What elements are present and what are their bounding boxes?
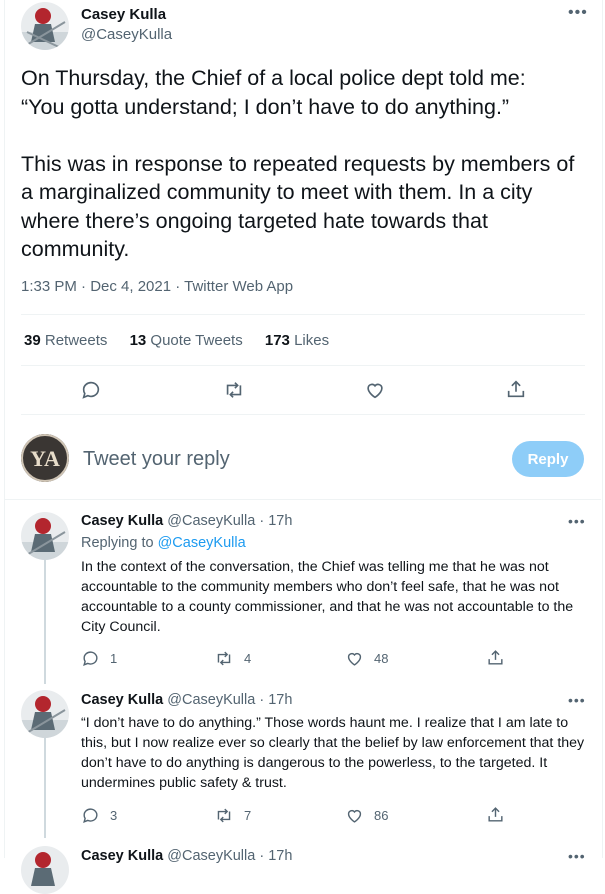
reply-text: In the context of the conversation, the … xyxy=(81,559,574,635)
reply-header: Casey Kulla @CaseyKulla · 17h xyxy=(81,848,292,864)
reply-author-handle[interactable]: @CaseyKulla · 17h xyxy=(167,848,292,864)
like-icon[interactable] xyxy=(345,806,364,825)
more-icon[interactable]: ••• xyxy=(568,849,586,863)
author-handle-text[interactable]: @CaseyKulla xyxy=(81,26,172,43)
quote-tweets-label: Quote Tweets xyxy=(150,332,243,349)
tweet-timestamp[interactable]: 1:33 PM · Dec 4, 2021 · Twitter Web App xyxy=(21,278,293,295)
divider xyxy=(4,499,601,500)
reply-icon[interactable] xyxy=(81,649,100,668)
reply-count: 1 xyxy=(110,651,118,666)
author-name[interactable]: Casey Kulla xyxy=(81,6,166,24)
likes-stat[interactable]: 173 Likes xyxy=(265,332,329,349)
share-action[interactable] xyxy=(486,805,515,824)
reply-author-handle[interactable]: @CaseyKulla · 17h xyxy=(167,513,292,529)
user-avatar-monogram: YA xyxy=(30,446,60,471)
reply-header: Casey Kulla @CaseyKulla · 17h xyxy=(81,692,292,708)
author-name-text[interactable]: Casey Kulla xyxy=(81,6,166,23)
reply-avatar[interactable] xyxy=(21,846,69,894)
thread-line xyxy=(44,558,46,684)
quote-tweets-stat[interactable]: 13 Quote Tweets xyxy=(130,332,243,349)
reply-button[interactable]: Reply xyxy=(512,441,584,477)
like-icon[interactable] xyxy=(364,379,386,401)
more-icon[interactable]: ••• xyxy=(568,5,588,21)
retweet-icon[interactable] xyxy=(222,379,246,401)
like-action[interactable]: 48 xyxy=(345,649,388,668)
author-handle[interactable]: @CaseyKulla xyxy=(81,26,172,44)
retweet-action[interactable]: 4 xyxy=(214,649,251,668)
reply-input[interactable]: Tweet your reply xyxy=(83,448,230,471)
reply-avatar[interactable] xyxy=(21,690,69,738)
reply-action[interactable]: 3 xyxy=(81,806,117,825)
divider xyxy=(21,365,585,366)
user-avatar[interactable]: YA xyxy=(21,434,69,482)
tweet-text: On Thursday, the Chief of a local police… xyxy=(21,66,575,261)
like-action[interactable]: 86 xyxy=(345,806,388,825)
thread-line xyxy=(44,737,46,838)
reply-author-name[interactable]: Casey Kulla xyxy=(81,692,163,708)
likes-label: Likes xyxy=(294,332,330,349)
reply-header: Casey Kulla @CaseyKulla · 17h xyxy=(81,513,292,529)
reply-author-name[interactable]: Casey Kulla xyxy=(81,848,163,864)
more-icon[interactable]: ••• xyxy=(568,514,586,528)
author-avatar[interactable] xyxy=(21,2,69,50)
divider xyxy=(21,414,585,415)
likes-count: 173 xyxy=(264,332,290,349)
share-icon[interactable] xyxy=(486,805,505,824)
reply-avatar[interactable] xyxy=(21,512,69,560)
retweets-count: 39 xyxy=(24,332,41,349)
retweets-stat[interactable]: 39 Retweets xyxy=(24,332,107,349)
retweet-icon[interactable] xyxy=(214,806,234,825)
share-icon[interactable] xyxy=(505,378,527,400)
replying-to-handle[interactable]: @CaseyKulla xyxy=(158,535,246,551)
retweet-count: 4 xyxy=(244,651,252,666)
tweet-stats: 39 Retweets 13 Quote Tweets 173 Likes xyxy=(24,332,347,349)
like-icon[interactable] xyxy=(345,649,364,668)
replying-to-label: Replying to xyxy=(81,535,154,551)
share-icon[interactable] xyxy=(486,648,505,667)
replying-to: Replying to @CaseyKulla xyxy=(81,535,246,551)
reply-action[interactable]: 1 xyxy=(81,649,117,668)
share-action[interactable] xyxy=(486,648,515,667)
like-count: 48 xyxy=(374,651,389,666)
like-count: 86 xyxy=(374,808,389,823)
reply-icon[interactable] xyxy=(80,379,102,401)
more-icon[interactable]: ••• xyxy=(568,693,586,707)
reply-text: “I don’t have to do anything.” Those wor… xyxy=(81,715,585,791)
quote-tweets-count: 13 xyxy=(129,332,147,349)
reply-icon[interactable] xyxy=(81,806,100,825)
divider xyxy=(21,314,585,315)
retweet-action[interactable]: 7 xyxy=(214,806,251,825)
reply-author-handle[interactable]: @CaseyKulla · 17h xyxy=(167,692,292,708)
retweets-label: Retweets xyxy=(44,332,108,349)
retweet-icon[interactable] xyxy=(214,649,234,668)
reply-count: 3 xyxy=(110,808,118,823)
retweet-count: 7 xyxy=(244,808,252,823)
reply-author-name[interactable]: Casey Kulla xyxy=(81,513,163,529)
